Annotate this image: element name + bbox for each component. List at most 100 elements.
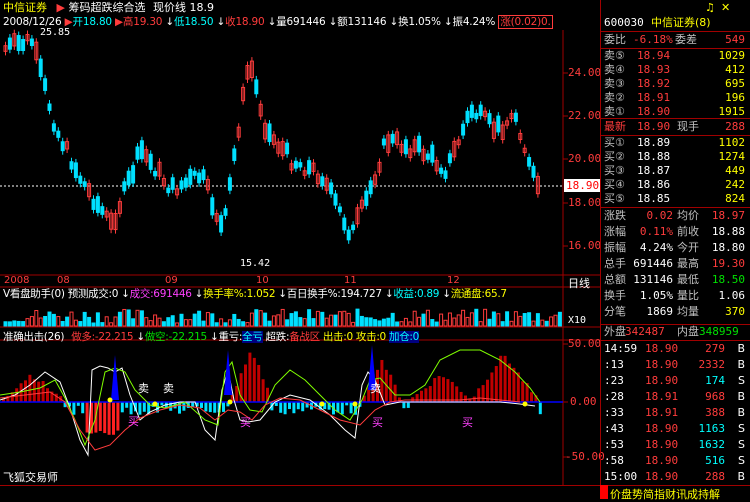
volume-bar: [276, 314, 281, 327]
candle-body: [188, 168, 193, 185]
oscillator-bar: [235, 385, 239, 402]
candle-body: [16, 35, 21, 51]
candle-body: [267, 123, 272, 143]
ask-row[interactable]: 卖③ 18.92 695: [601, 77, 750, 91]
volume-bar: [346, 312, 351, 327]
period-selector[interactable]: 日线: [568, 275, 590, 291]
volume-bar: [267, 320, 272, 327]
bell-icon[interactable]: ♫: [705, 1, 715, 15]
volume-bar: [443, 319, 448, 327]
candle-body: [7, 37, 12, 50]
volume-bar: [161, 321, 166, 327]
stat-row[interactable]: 总额 131146 最低 18.50: [601, 273, 750, 287]
candle-body: [329, 182, 334, 195]
candle-body: [69, 161, 74, 170]
volume-bar: [219, 318, 224, 327]
stat-value: 1.05%: [639, 289, 673, 302]
volume-bar: [456, 314, 461, 327]
tick-side: B: [737, 406, 745, 419]
stat-value: 18.50: [711, 273, 745, 286]
oscillator-bar: [512, 367, 516, 402]
buy-mark: 买: [128, 415, 139, 428]
volume-bar: [386, 317, 391, 327]
volume-bar: [69, 311, 74, 327]
stat-row[interactable]: 涨幅 0.11% 前收 18.88: [601, 225, 750, 239]
bid-row[interactable]: 买④ 18.86 242: [601, 178, 750, 192]
volume-panel-title[interactable]: V看盘助手(0): [3, 288, 65, 300]
volume-bar: [78, 321, 83, 327]
tick-row[interactable]: :43 18.90 1163 S: [601, 422, 750, 436]
x-label: 08: [57, 275, 70, 286]
oscillator-histogram: [2, 352, 542, 435]
volume-bar: [535, 313, 540, 327]
kline-chart-area[interactable]: 中信证券 ▶ 筹码超跌综合选 现价线 18.9 2008/12/26 ▶开18.…: [0, 0, 605, 485]
ask-row[interactable]: 卖② 18.91 196: [601, 91, 750, 105]
tick-row[interactable]: :58 18.90 516 S: [601, 454, 750, 468]
sell-mark: 卖: [138, 382, 149, 395]
candle-body: [417, 135, 422, 153]
ask-row[interactable]: 卖① 18.90 1915: [601, 105, 750, 119]
stat-label: 换手: [604, 289, 626, 302]
volume-bar: [390, 312, 395, 327]
candle-body: [430, 144, 435, 163]
bid-row[interactable]: 买⑤ 18.85 824: [601, 192, 750, 206]
tick-row[interactable]: 14:59 18.90 279 B: [601, 342, 750, 356]
tick-side: B: [737, 342, 745, 355]
ask-price: 18.91: [637, 91, 671, 104]
volume-bar: [522, 313, 527, 327]
stock-code: 600030: [604, 16, 644, 29]
tick-row[interactable]: 15:00 18.90 288 B: [601, 470, 750, 484]
tick-row[interactable]: :53 18.90 1632 S: [601, 438, 750, 452]
volume-bar: [289, 313, 294, 327]
stat-label: 涨跌: [604, 209, 626, 222]
candle-body: [227, 177, 232, 191]
candle-body: [210, 197, 215, 216]
bid-row[interactable]: 买② 18.88 1274: [601, 150, 750, 164]
candle-body: [364, 190, 369, 206]
oscillator-bar: [204, 402, 208, 412]
stat-row[interactable]: 涨跌 0.02 均价 18.97: [601, 209, 750, 223]
tick-row[interactable]: :23 18.90 174 S: [601, 374, 750, 388]
candle-body: [95, 196, 100, 213]
volume-bar: [478, 321, 483, 327]
tick-row[interactable]: :33 18.91 388 B: [601, 406, 750, 420]
oscillator-title[interactable]: 准确出击(26): [3, 331, 64, 343]
stat-row[interactable]: 总手 691446 最高 19.30: [601, 257, 750, 271]
tick-time: :33: [604, 406, 624, 419]
candle-body: [153, 171, 158, 177]
volume-bar: [368, 317, 373, 327]
hand-label: 现手: [677, 120, 699, 133]
stat-row[interactable]: 分笔 1869 均量 370: [601, 305, 750, 319]
candle-body: [337, 206, 342, 213]
signal-dot: [152, 401, 158, 407]
ask-volume: 196: [725, 91, 745, 104]
tick-side: S: [738, 422, 745, 435]
outer-label: 外盘: [604, 325, 626, 338]
tick-row[interactable]: :28 18.91 968 B: [601, 390, 750, 404]
volume-bar: [117, 311, 122, 327]
volume-bar: [192, 313, 197, 327]
stat-row[interactable]: 换手 1.05% 量比 1.06: [601, 289, 750, 303]
ask-row[interactable]: 卖④ 18.93 412: [601, 63, 750, 77]
volume-bar: [166, 317, 171, 327]
oscillator-bar: [116, 402, 120, 431]
volume-bar: [87, 316, 92, 327]
volume-bar: [298, 317, 303, 327]
income-value: 收益:0.89: [393, 288, 440, 300]
close-icon[interactable]: ✕: [721, 1, 730, 15]
candle-body: [73, 162, 78, 179]
candle-body: [232, 148, 237, 162]
volume-bar: [131, 318, 136, 327]
stat-row[interactable]: 振幅 4.24% 今开 18.80: [601, 241, 750, 255]
candle-body: [135, 146, 140, 160]
ask-volume: 412: [725, 63, 745, 76]
volume-bar: [197, 310, 202, 327]
oscillator-bar: [208, 402, 212, 413]
volume-bar: [351, 321, 356, 327]
ask-row[interactable]: 卖⑤ 18.94 1029: [601, 49, 750, 63]
tick-row[interactable]: :13 18.90 2332 B: [601, 358, 750, 372]
bid-row[interactable]: 买③ 18.87 449: [601, 164, 750, 178]
volume-bar: [43, 315, 48, 327]
tick-volume: 1632: [698, 438, 726, 451]
bid-row[interactable]: 买① 18.89 1102: [601, 136, 750, 150]
